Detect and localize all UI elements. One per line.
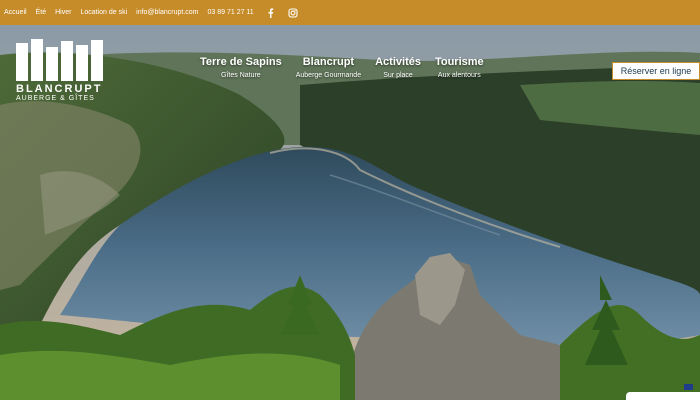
logo-mark: [16, 39, 106, 81]
nav-item-blancrupt[interactable]: Blancrupt Auberge Gourmande: [296, 56, 361, 79]
nav-title: Tourisme: [434, 56, 484, 68]
logo-bar: [61, 41, 73, 81]
facebook-icon[interactable]: [267, 7, 274, 18]
logo-name: BLANCRUPT: [16, 83, 103, 95]
topbar-link-hiver[interactable]: Hiver: [55, 9, 71, 16]
logo-bar: [76, 45, 88, 81]
logo-bar: [91, 40, 103, 81]
logo-bar: [46, 47, 58, 81]
nav-subtitle: Sur place: [383, 72, 413, 79]
topbar-link-ete[interactable]: Été: [36, 9, 47, 16]
main-nav: Terre de Sapins Gîtes Nature Blancrupt A…: [200, 56, 498, 79]
nav-title: Activités: [375, 56, 421, 68]
nav-item-activites[interactable]: Activités Sur place: [375, 56, 421, 79]
nav-subtitle: Auberge Gourmande: [295, 72, 362, 79]
book-online-button[interactable]: Réserver en ligne: [612, 62, 700, 80]
brand-logo[interactable]: BLANCRUPT AUBERGE & GÎTES: [16, 39, 106, 102]
chat-widget-tab[interactable]: [626, 392, 700, 400]
nav-subtitle: Gîtes Nature: [221, 72, 261, 79]
topbar-email-link[interactable]: info@blancrupt.com: [136, 9, 198, 16]
nav-subtitle: Aux alentours: [437, 72, 481, 79]
logo-bar: [16, 43, 28, 81]
topbar-phone-link[interactable]: 03 89 71 27 11: [208, 9, 254, 16]
topbar-link-location-ski[interactable]: Location de ski: [80, 9, 127, 16]
nav-item-tourisme[interactable]: Tourisme Aux alentours: [435, 56, 484, 79]
nav-title: Blancrupt: [302, 56, 355, 68]
top-bar: Accueil Été Hiver Location de ski info@b…: [0, 0, 700, 25]
logo-subtitle: AUBERGE & GÎTES: [16, 95, 95, 102]
english-flag-icon[interactable]: [684, 384, 693, 390]
topbar-link-accueil[interactable]: Accueil: [4, 9, 27, 16]
nav-item-terre-de-sapins[interactable]: Terre de Sapins Gîtes Nature: [200, 56, 282, 79]
logo-bar: [31, 39, 43, 81]
nav-title: Terre de Sapins: [200, 56, 282, 68]
instagram-icon[interactable]: [288, 7, 298, 18]
